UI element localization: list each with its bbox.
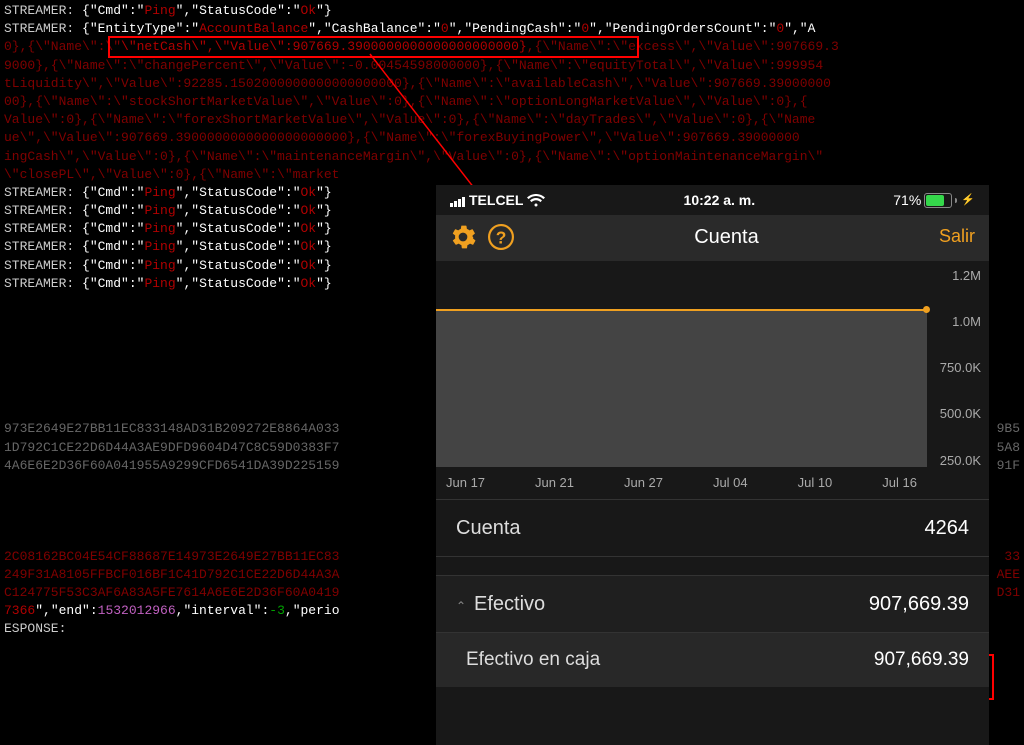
chart-area-fill — [436, 309, 927, 467]
chart-y-labels: 1.2M 1.0M 750.0K 500.0K 250.0K — [927, 269, 985, 467]
clock-label: 10:22 a. m. — [684, 191, 756, 211]
cash-in-box-row[interactable]: Efectivo en caja 907,669.39 — [436, 632, 989, 688]
page-title: Cuenta — [694, 223, 759, 251]
chart-x-labels: Jun 17 Jun 21 Jun 27 Jul 04 Jul 10 Jul 1… — [436, 474, 927, 492]
collapse-icon: ⌃ — [456, 598, 468, 615]
account-row[interactable]: Cuenta 4264 — [436, 499, 989, 556]
exit-button[interactable]: Salir — [939, 224, 975, 249]
wifi-icon — [527, 194, 545, 208]
carrier-label: TELCEL — [469, 191, 523, 211]
navbar: ? Cuenta Salir — [436, 215, 989, 261]
statusbar: TELCEL 10:22 a. m. 71% ⚡ — [436, 185, 989, 215]
svg-text:?: ? — [496, 227, 507, 247]
signal-bars-icon — [450, 195, 465, 207]
balance-chart[interactable]: 1.2M 1.0M 750.0K 500.0K 250.0K Jun 17 Ju… — [436, 261, 989, 499]
gear-icon[interactable] — [450, 224, 476, 250]
help-icon[interactable]: ? — [488, 224, 514, 250]
battery-indicator: 71% ⚡ — [893, 191, 975, 211]
phone-screenshot: TELCEL 10:22 a. m. 71% ⚡ ? Cuenta Salir — [436, 185, 989, 745]
cash-row[interactable]: ⌃Efectivo 907,669.39 — [436, 575, 989, 632]
chart-line — [436, 309, 927, 311]
